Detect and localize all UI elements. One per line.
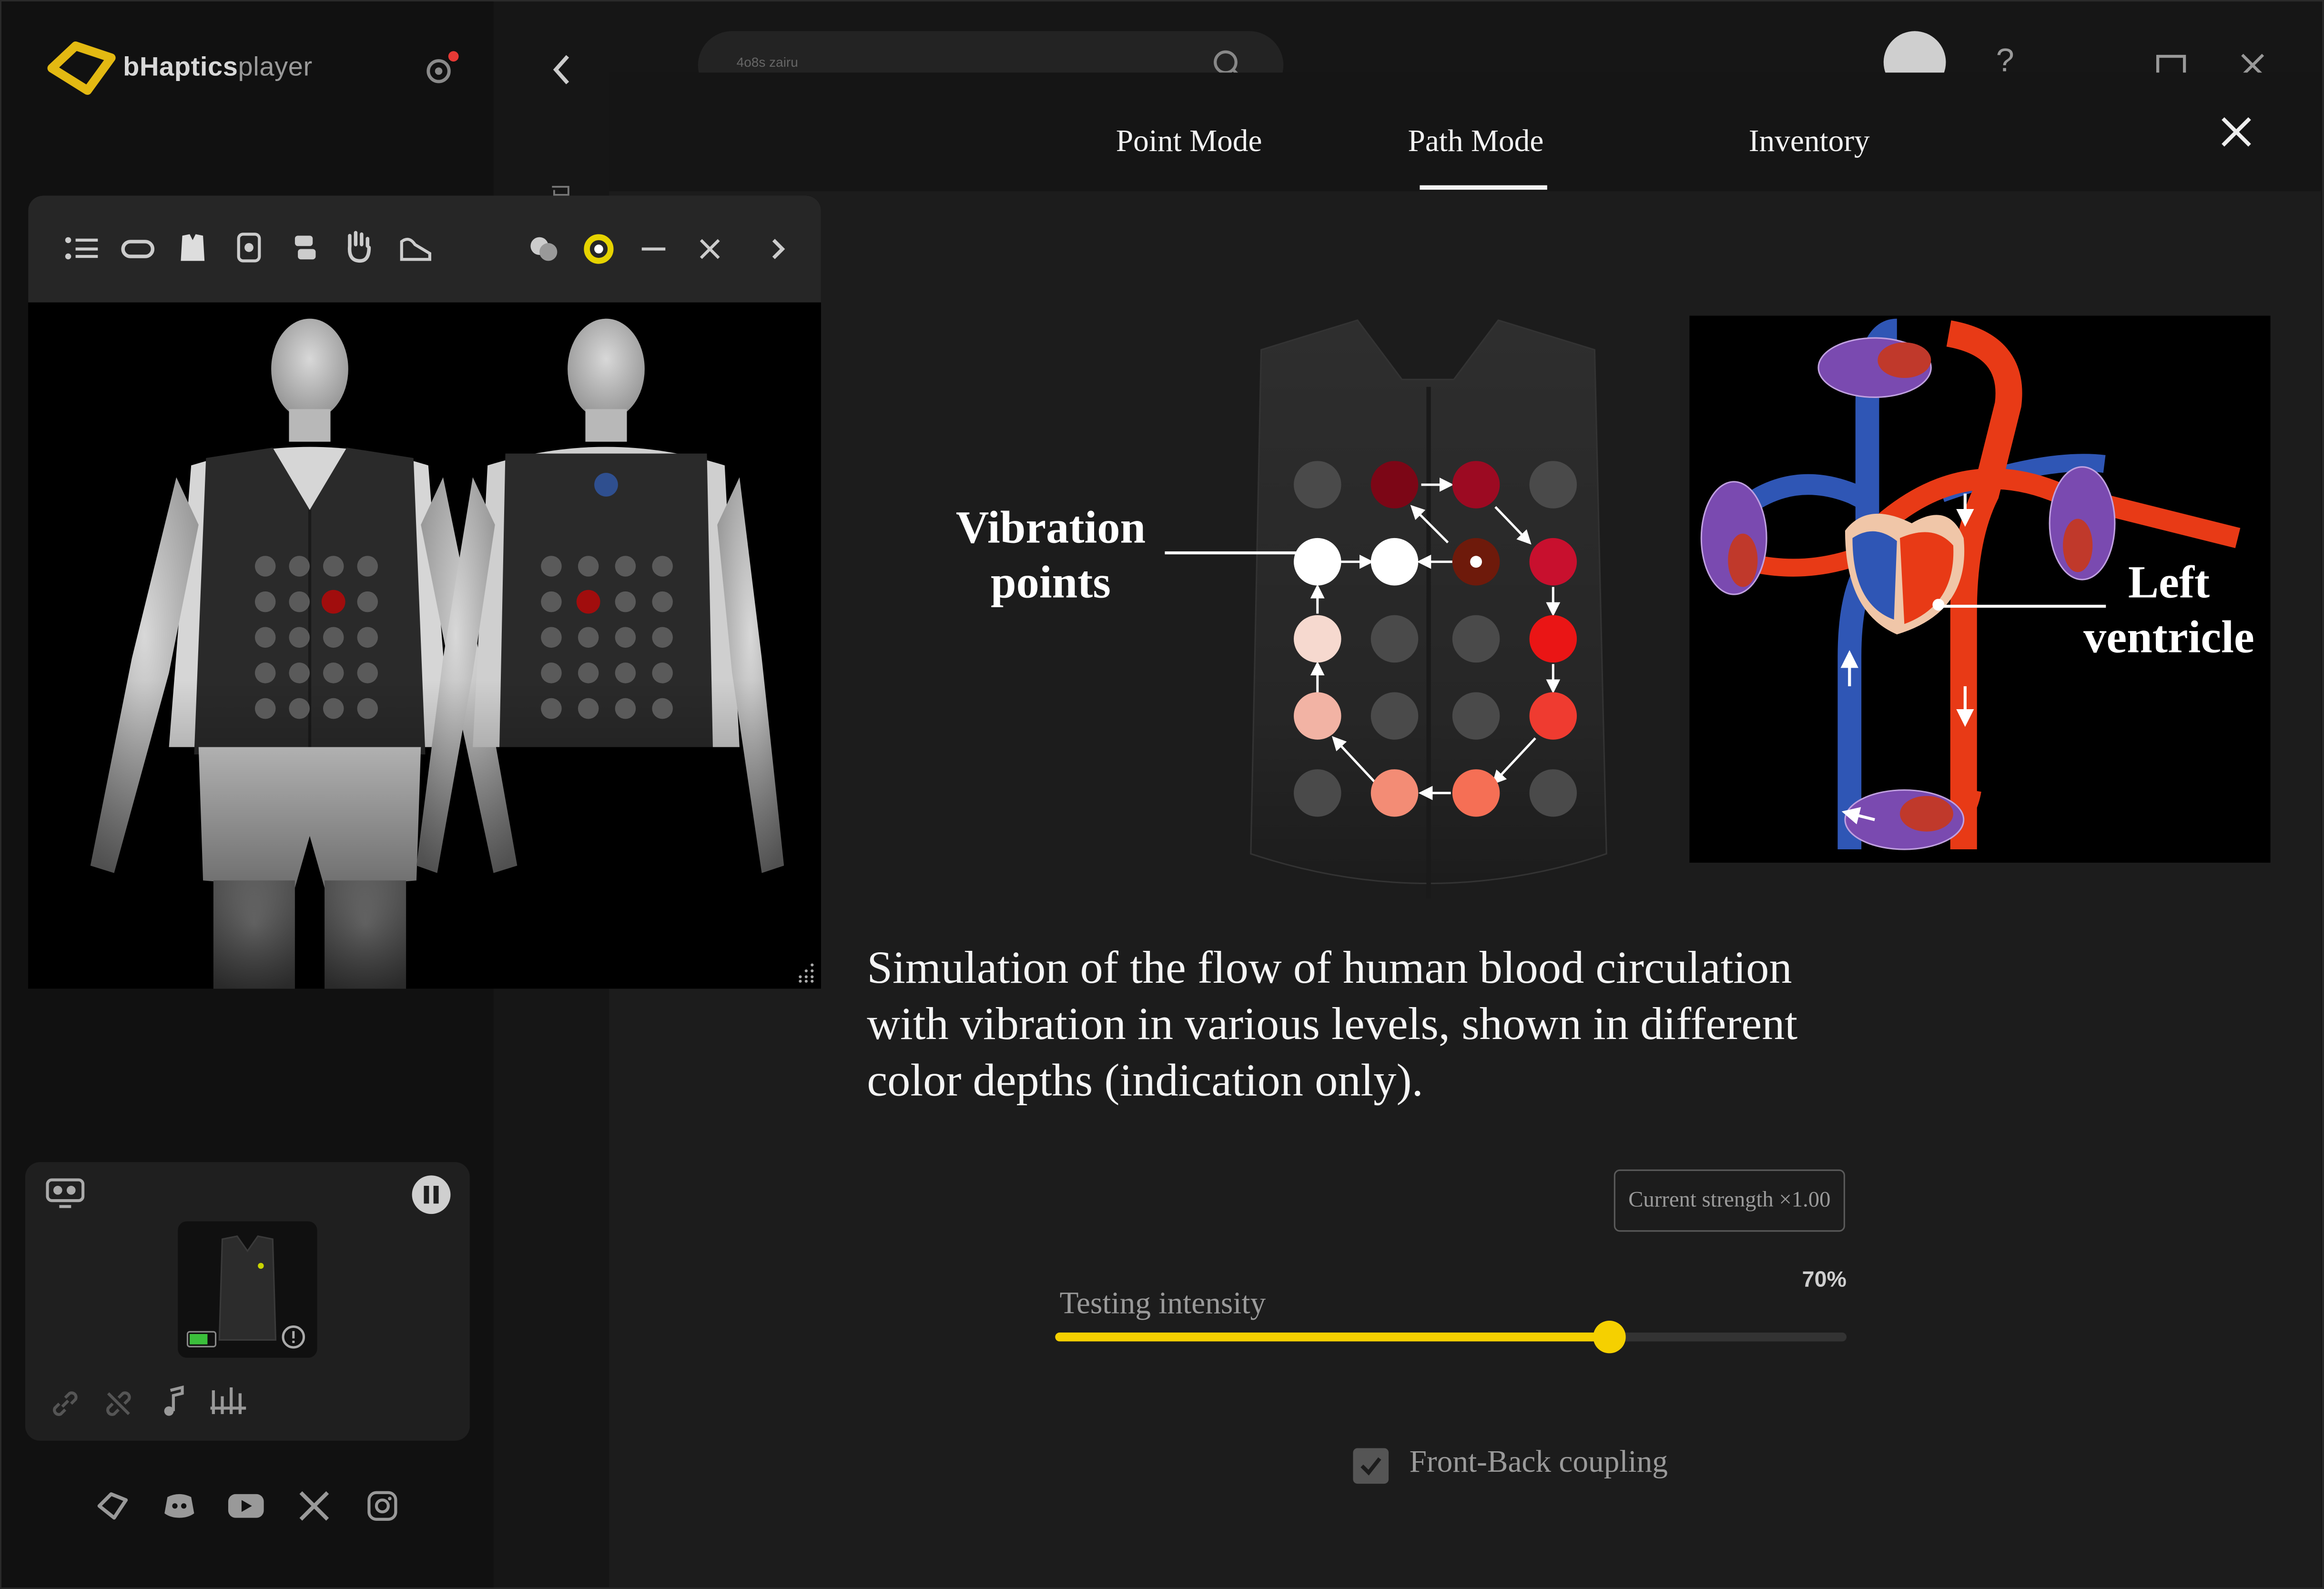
app-logo-text: bHapticsplayer <box>123 52 313 83</box>
current-strength-badge: Current strength ×1.00 <box>1614 1169 1845 1232</box>
tactosy-icon[interactable] <box>233 231 265 264</box>
color-ring-icon[interactable] <box>581 231 617 267</box>
vibration-point <box>1529 692 1577 740</box>
device-card[interactable] <box>25 1162 470 1441</box>
vibration-point <box>1452 461 1500 509</box>
bhaptics-icon[interactable] <box>93 1487 132 1525</box>
minimize-icon[interactable] <box>636 231 671 267</box>
battery-icon <box>186 1331 217 1347</box>
left-ventricle-label-line2: ventricle <box>2083 610 2254 662</box>
close-icon[interactable] <box>2219 114 2254 150</box>
arm-icon[interactable] <box>289 231 321 264</box>
vibration-point <box>1294 692 1341 740</box>
current-strength-label: Current strength <box>1628 1188 1774 1212</box>
vest-3d-render <box>28 302 821 989</box>
testing-intensity-slider[interactable] <box>1055 1321 1847 1354</box>
front-back-coupling-label: Front-Back coupling <box>1409 1444 1668 1479</box>
bhaptics-logo-icon <box>46 37 117 100</box>
list-icon[interactable] <box>64 234 100 264</box>
foot-icon[interactable] <box>396 231 434 264</box>
vr-headset-icon[interactable] <box>46 1177 85 1209</box>
tab-point-mode[interactable]: Point Mode <box>1116 123 1262 160</box>
resize-handle-icon[interactable] <box>794 962 815 983</box>
figure-caption: Simulation of the flow of human blood ci… <box>867 940 1904 1109</box>
vibration-points-label-line1: Vibration <box>955 501 1146 553</box>
left-ventricle-label-line1: Left <box>2128 556 2210 608</box>
x-icon[interactable] <box>295 1487 334 1525</box>
close-icon[interactable] <box>692 231 728 267</box>
viewer-toolbar <box>28 195 821 303</box>
equalizer-icon[interactable] <box>209 1385 248 1420</box>
current-strength-value: ×1.00 <box>1779 1188 1831 1212</box>
testing-intensity-label: Testing intensity <box>1059 1285 1266 1321</box>
caption-line-3: color depths (indication only). <box>867 1054 1423 1106</box>
front-back-coupling-checkbox[interactable] <box>1353 1448 1389 1484</box>
logo-word: bHaptics <box>123 51 238 82</box>
warning-icon <box>282 1325 305 1349</box>
vibration-point <box>1529 615 1577 663</box>
tab-path-mode[interactable]: Path Mode <box>1408 123 1544 160</box>
music-icon[interactable] <box>159 1385 188 1420</box>
vibration-point <box>1370 461 1419 509</box>
tab-inventory[interactable]: Inventory <box>1749 123 1870 160</box>
youtube-icon[interactable] <box>227 1487 265 1525</box>
chevron-right-icon[interactable] <box>760 231 796 267</box>
pause-icon[interactable] <box>410 1174 452 1215</box>
slider-fill <box>1055 1332 1609 1342</box>
vibration-point <box>1370 769 1419 817</box>
testing-intensity-value: 70% <box>1802 1267 1847 1293</box>
vibration-points-label: Vibration points <box>932 501 1169 610</box>
left-ventricle-label: Left ventricle <box>2076 556 2262 664</box>
vibration-point <box>1370 538 1419 586</box>
floating-vest-viewer <box>28 195 821 989</box>
screen-root: bHapticsplayer 已连 <box>0 0 2324 1589</box>
vibration-point <box>1294 538 1341 586</box>
vibration-point <box>1452 769 1500 817</box>
caption-line-2: with vibration in various levels, shown … <box>867 998 1798 1049</box>
unlink-icon[interactable] <box>102 1387 135 1420</box>
vest-path-diagram <box>1239 306 1617 913</box>
logo-suffix: player <box>238 51 313 82</box>
active-tab-indicator <box>1420 185 1547 190</box>
caption-line-1: Simulation of the flow of human blood ci… <box>867 941 1792 993</box>
vibration-points-label-line2: points <box>991 555 1111 607</box>
vest-icon[interactable] <box>176 231 209 264</box>
vibration-point <box>1294 615 1341 663</box>
instagram-icon[interactable] <box>363 1487 402 1525</box>
toggle-icon[interactable] <box>526 231 562 267</box>
link-icon[interactable] <box>120 234 156 264</box>
slider-thumb[interactable] <box>1593 1321 1626 1354</box>
app-window: bHapticsplayer 已连 <box>0 0 2324 1589</box>
hand-icon[interactable] <box>342 228 375 264</box>
vibration-points-leader-line <box>1165 551 1318 555</box>
vibration-point <box>1529 538 1577 586</box>
search-input[interactable]: 4o8s zairu <box>737 55 798 70</box>
back-arrow-icon[interactable] <box>547 52 577 88</box>
discord-icon[interactable] <box>160 1487 199 1525</box>
device-thumbnail <box>178 1221 317 1358</box>
settings-icon[interactable] <box>421 51 459 89</box>
vibration-points <box>1294 461 1577 817</box>
link-icon[interactable] <box>49 1387 81 1420</box>
modal-tab-bar: Point Mode Path Mode Inventory <box>609 72 2321 192</box>
